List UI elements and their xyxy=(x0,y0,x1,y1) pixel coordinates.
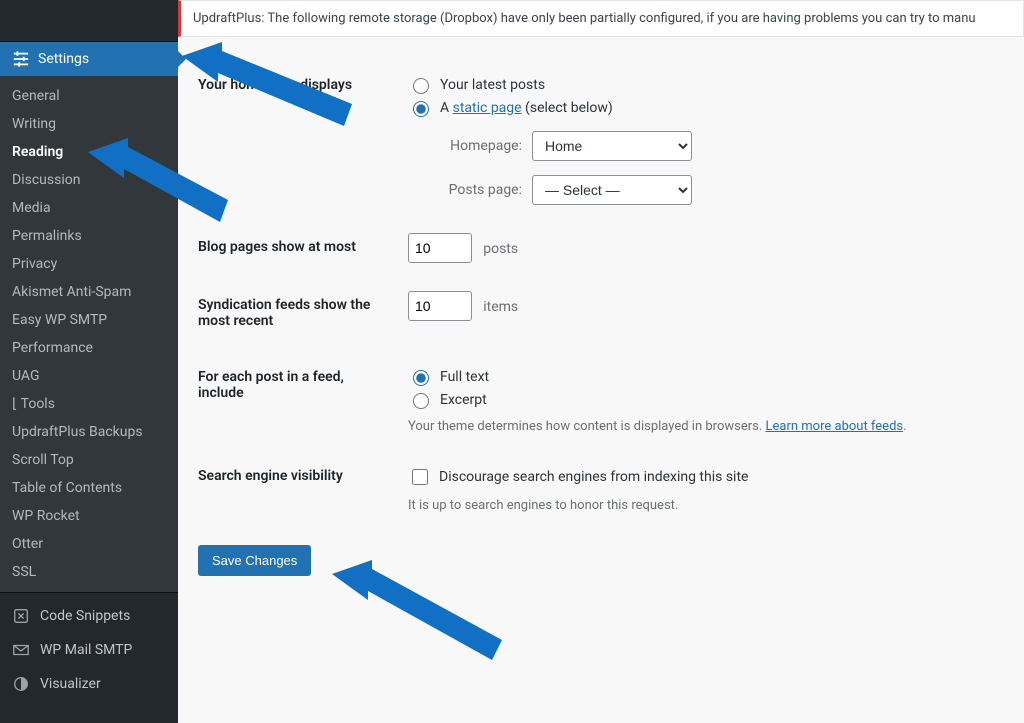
sidebar-subitem[interactable]: General xyxy=(0,82,178,110)
sidebar-item-label: WP Mail SMTP xyxy=(40,642,132,658)
sidebar-item[interactable]: Visualizer xyxy=(0,667,178,701)
select-homepage[interactable]: Home xyxy=(532,131,692,161)
checkbox-discourage-label[interactable]: Discourage search engines from indexing … xyxy=(439,469,748,485)
sidebar-subitem[interactable]: Akismet Anti-Spam xyxy=(0,278,178,306)
label-syndication: Syndication feeds show the most recent xyxy=(198,297,370,329)
sidebar-subitem[interactable]: UAG xyxy=(0,362,178,390)
sidebar-item[interactable]: Code Snippets xyxy=(0,599,178,633)
sidebar-subitem[interactable]: Scroll Top xyxy=(0,446,178,474)
sliders-icon xyxy=(12,50,30,68)
notice-text: UpdraftPlus: The following remote storag… xyxy=(193,11,976,26)
link-learn-more-feeds[interactable]: Learn more about feeds xyxy=(766,419,904,434)
row-search-visibility: Search engine visibility Discourage sear… xyxy=(198,448,1004,527)
checkbox-discourage[interactable] xyxy=(412,469,428,485)
code-snippets-icon xyxy=(12,607,30,625)
radio-excerpt-label[interactable]: Excerpt xyxy=(440,392,487,408)
sidebar-other-menu: Code Snippets WP Mail SMTP Visualizer xyxy=(0,592,178,701)
sidebar-top-spacer xyxy=(0,0,178,42)
row-syndication: Syndication feeds show the most recent i… xyxy=(198,277,1004,349)
sidebar-subitem[interactable]: Performance xyxy=(0,334,178,362)
radio-excerpt[interactable] xyxy=(413,393,429,409)
admin-sidebar: Settings GeneralWritingReadingDiscussion… xyxy=(0,0,178,723)
radio-latest-posts[interactable] xyxy=(413,78,429,94)
search-visibility-desc: It is up to search engines to honor this… xyxy=(408,498,994,513)
input-syndication[interactable] xyxy=(408,291,472,321)
notice-updraftplus: UpdraftPlus: The following remote storag… xyxy=(178,0,1024,37)
label-postspage-select: Posts page: xyxy=(432,182,522,198)
save-button[interactable]: Save Changes xyxy=(198,545,311,576)
sidebar-subitem[interactable]: Otter xyxy=(0,530,178,558)
sidebar-subitem[interactable]: ⌊ Tools xyxy=(0,390,178,418)
label-search-visibility: Search engine visibility xyxy=(198,468,343,484)
app-root: Settings GeneralWritingReadingDiscussion… xyxy=(0,0,1024,723)
sidebar-item-settings[interactable]: Settings xyxy=(0,42,178,76)
sidebar-item[interactable]: WP Mail SMTP xyxy=(0,633,178,667)
radio-full-text[interactable] xyxy=(413,370,429,386)
label-blog-pages: Blog pages show at most xyxy=(198,239,356,255)
annotation-arrow-search-visibility xyxy=(332,560,502,670)
sidebar-subitem[interactable]: UpdraftPlus Backups xyxy=(0,418,178,446)
unit-blog-pages: posts xyxy=(483,241,518,257)
annotation-arrow-settings xyxy=(182,42,352,142)
feed-include-desc: Your theme determines how content is dis… xyxy=(408,419,994,434)
link-static-page[interactable]: static page xyxy=(453,100,522,116)
sidebar-subitem[interactable]: Easy WP SMTP xyxy=(0,306,178,334)
sidebar-subitem[interactable]: WP Rocket xyxy=(0,502,178,530)
select-posts-page[interactable]: — Select — xyxy=(532,175,692,205)
annotation-arrow-reading xyxy=(88,138,228,238)
sidebar-item-label: Code Snippets xyxy=(40,608,130,624)
label-homepage-select: Homepage: xyxy=(432,138,522,154)
label-feed-include: For each post in a feed, include xyxy=(198,369,344,401)
sidebar-subitem[interactable]: Privacy xyxy=(0,250,178,278)
sidebar-item-label: Visualizer xyxy=(40,676,101,692)
radio-full-text-label[interactable]: Full text xyxy=(440,369,489,385)
radio-latest-posts-label[interactable]: Your latest posts xyxy=(440,77,545,93)
input-blog-pages[interactable] xyxy=(408,233,472,263)
unit-syndication: items xyxy=(483,299,518,315)
sidebar-subitem[interactable]: Writing xyxy=(0,110,178,138)
radio-static-page[interactable] xyxy=(413,101,429,117)
sidebar-subitem[interactable]: Table of Contents xyxy=(0,474,178,502)
row-blog-pages: Blog pages show at most posts xyxy=(198,219,1004,277)
row-feed-include: For each post in a feed, include Full te… xyxy=(198,349,1004,448)
visualizer-icon xyxy=(12,675,30,693)
sidebar-section-label: Settings xyxy=(38,51,89,67)
mail-icon xyxy=(12,641,30,659)
radio-static-page-label[interactable]: A static page (select below) xyxy=(440,100,613,116)
sidebar-subitem[interactable]: SSL xyxy=(0,558,178,586)
